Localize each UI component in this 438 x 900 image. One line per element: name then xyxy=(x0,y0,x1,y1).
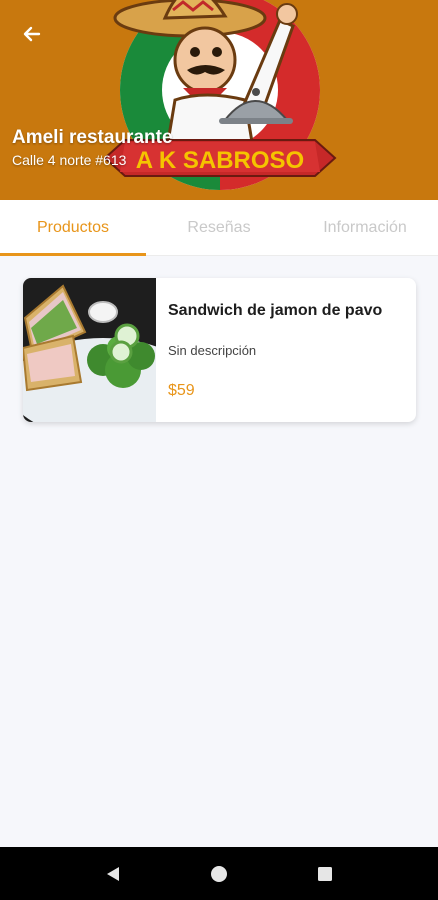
product-price: $59 xyxy=(168,382,195,399)
nav-home-button[interactable] xyxy=(199,854,239,894)
tab-informacion[interactable]: Información xyxy=(292,200,438,255)
back-button[interactable] xyxy=(14,16,50,52)
restaurant-name: Ameli restaurante xyxy=(12,127,173,148)
nav-back-button[interactable] xyxy=(93,854,133,894)
arrow-left-icon xyxy=(23,26,41,42)
nav-recents-button[interactable] xyxy=(305,854,345,894)
tab-bar: Productos Reseñas Información xyxy=(0,200,438,256)
square-recents-icon xyxy=(318,866,332,881)
tab-productos[interactable]: Productos xyxy=(0,200,146,256)
triangle-back-icon xyxy=(107,866,119,881)
restaurant-logo: A K SABROSO xyxy=(103,0,337,190)
product-details: Sandwich de jamon de pavo Sin descripció… xyxy=(168,300,406,402)
product-card[interactable]: Sandwich de jamon de pavo Sin descripció… xyxy=(23,278,416,422)
tab-resenas[interactable]: Reseñas xyxy=(146,200,292,255)
system-navigation-bar xyxy=(0,847,438,900)
restaurant-address: Calle 4 norte #613 xyxy=(12,152,127,168)
restaurant-header: A K SABROSO Ameli restaurante Calle 4 no… xyxy=(0,0,438,200)
restaurant-info: Ameli restaurante Calle 4 norte #613 xyxy=(12,126,173,170)
product-description: Sin descripción xyxy=(168,343,257,358)
circle-home-icon xyxy=(211,865,227,882)
product-name: Sandwich de jamon de pavo xyxy=(168,302,383,319)
product-image xyxy=(23,278,156,422)
